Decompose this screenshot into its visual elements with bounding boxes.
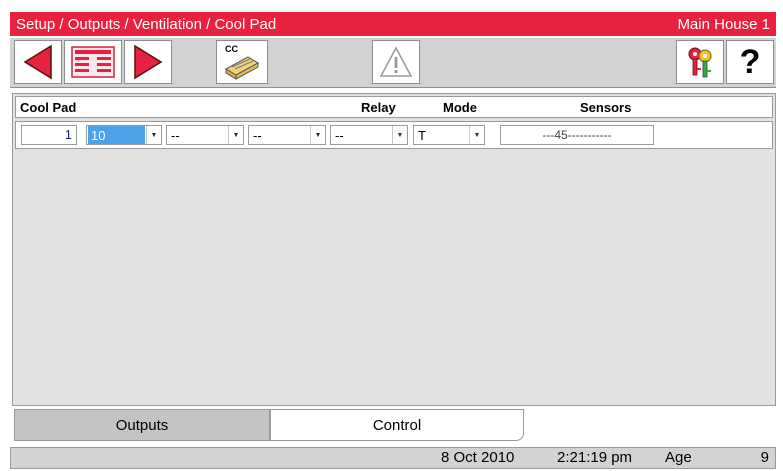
title-bar: Setup / Outputs / Ventilation / Cool Pad… — [10, 12, 776, 36]
table-row: 1 10 ▼ -- ▼ -- ▼ -- ▼ T ▼ ---45---------… — [15, 121, 773, 149]
tab-control[interactable]: Control — [270, 409, 524, 441]
header-cool-pad: Cool Pad — [20, 100, 77, 115]
table-header: Cool Pad Relay Mode Sensors — [15, 96, 773, 118]
relay-value-2: -- — [171, 127, 180, 143]
relay-select-2[interactable]: -- ▼ — [166, 125, 244, 145]
sensors-field[interactable]: ---45----------- — [500, 125, 654, 145]
alarm-button[interactable] — [372, 40, 420, 84]
access-keys-button[interactable] — [676, 40, 724, 84]
right-arrow-icon — [134, 44, 163, 80]
status-age-label: Age — [665, 449, 692, 466]
status-date: 8 Oct 2010 — [441, 449, 515, 466]
cool-pad-icon — [224, 56, 260, 80]
mode-select[interactable]: T ▼ — [413, 125, 485, 145]
tab-outputs[interactable]: Outputs — [14, 409, 270, 441]
relay-value-1: 10 — [88, 126, 145, 144]
toolbar: CC ? — [10, 38, 776, 88]
chevron-down-icon: ▼ — [310, 126, 325, 144]
previous-button[interactable] — [14, 40, 62, 84]
status-age-value: 9 — [760, 449, 769, 466]
header-mode: Mode — [443, 100, 477, 115]
row-index: 1 — [21, 125, 77, 145]
cool-pad-button[interactable]: CC — [216, 40, 268, 84]
relay-select-1[interactable]: 10 ▼ — [86, 125, 162, 145]
chevron-down-icon: ▼ — [392, 126, 407, 144]
warning-icon — [379, 46, 413, 77]
list-view-button[interactable] — [64, 40, 122, 84]
breadcrumb: Setup / Outputs / Ventilation / Cool Pad — [16, 15, 277, 33]
left-arrow-icon — [23, 44, 52, 80]
list-icon — [71, 46, 115, 78]
relay-select-3[interactable]: -- ▼ — [248, 125, 326, 145]
status-bar: 8 Oct 2010 2:21:19 pm Age 9 — [10, 447, 776, 469]
header-sensors: Sensors — [580, 100, 632, 115]
relay-value-3: -- — [253, 127, 262, 143]
location-label: Main House 1 — [677, 15, 770, 33]
chevron-down-icon: ▼ — [469, 126, 484, 144]
cool-pad-panel: Cool Pad Relay Mode Sensors 1 10 ▼ -- ▼ … — [12, 93, 776, 406]
header-relay: Relay — [361, 100, 396, 115]
chevron-down-icon: ▼ — [228, 126, 243, 144]
keys-icon — [688, 47, 712, 78]
cc-label: CC — [225, 44, 238, 54]
chevron-down-icon: ▼ — [146, 126, 161, 144]
next-button[interactable] — [124, 40, 172, 84]
relay-value-4: -- — [335, 127, 344, 143]
tab-bar: Outputs Control — [14, 409, 776, 441]
help-button[interactable]: ? — [726, 40, 774, 84]
mode-value: T — [418, 127, 426, 143]
relay-select-4[interactable]: -- ▼ — [330, 125, 408, 145]
status-time: 2:21:19 pm — [557, 449, 633, 466]
